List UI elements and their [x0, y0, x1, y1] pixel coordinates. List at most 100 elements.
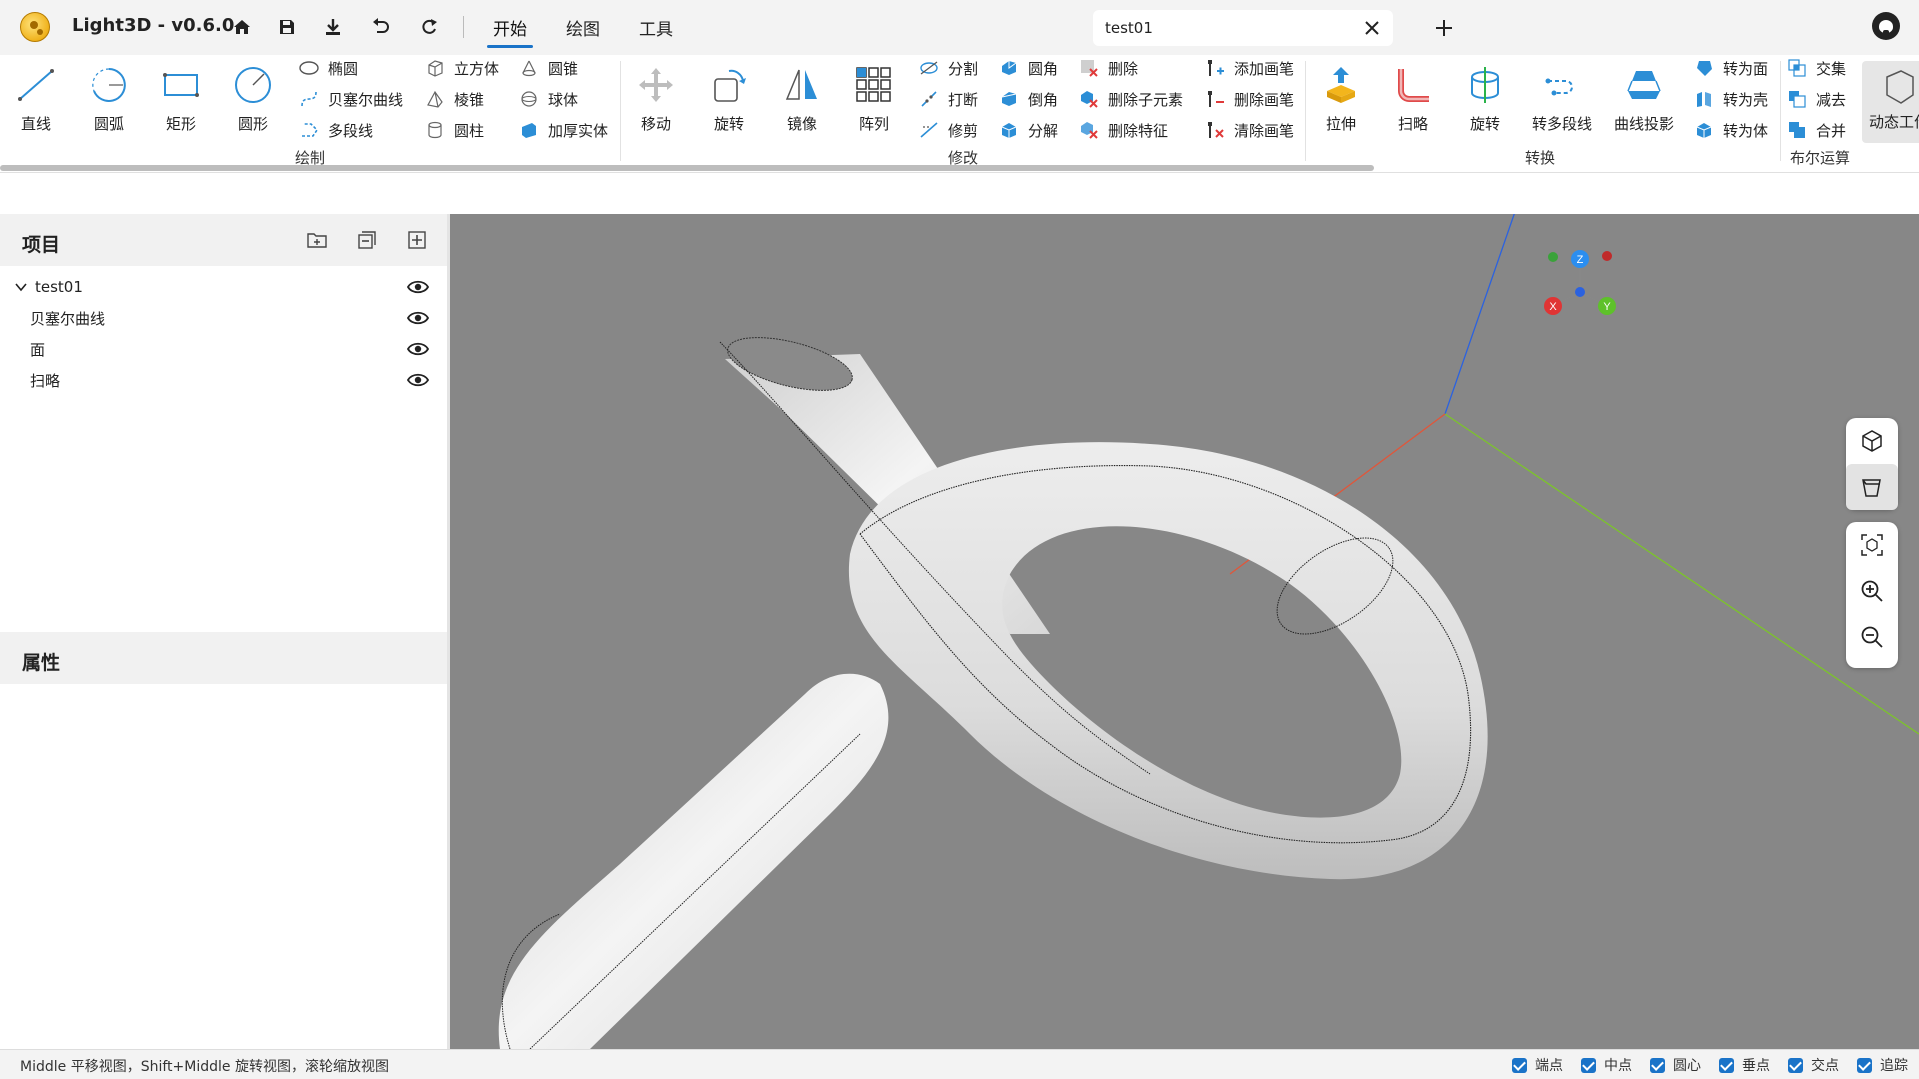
- gizmo-neg-x-dot[interactable]: [1602, 251, 1612, 261]
- close-icon[interactable]: [1361, 17, 1383, 39]
- to-face-label: 转为面: [1723, 59, 1769, 78]
- sphere-button[interactable]: 球体: [518, 86, 578, 112]
- remove-brush-button[interactable]: 删除画笔: [1204, 86, 1294, 112]
- convert-group-label: 转换: [1525, 149, 1556, 167]
- to-face-button[interactable]: 转为面: [1693, 55, 1768, 81]
- zoom-in-button[interactable]: [1846, 568, 1898, 614]
- tab-tools[interactable]: 工具: [639, 15, 673, 40]
- scene-canvas[interactable]: [450, 214, 1919, 1049]
- add-item-icon[interactable]: [405, 228, 429, 252]
- mirror-button[interactable]: 镜像: [770, 63, 834, 143]
- snap-intersection-checkbox[interactable]: 交点: [1788, 1056, 1839, 1074]
- eye-icon[interactable]: [406, 309, 430, 327]
- delete-button[interactable]: 删除: [1078, 55, 1138, 81]
- orthographic-view-button[interactable]: [1846, 464, 1898, 510]
- checkbox-checked-icon: [1512, 1057, 1527, 1073]
- redo-icon[interactable]: [416, 14, 442, 40]
- fillet-button[interactable]: 圆角: [998, 55, 1058, 81]
- ribbon-scrollbar[interactable]: [0, 165, 1374, 171]
- gizmo-neg-z-dot[interactable]: [1575, 287, 1585, 297]
- move-button[interactable]: 移动: [624, 63, 688, 143]
- cube-button[interactable]: 立方体: [424, 55, 499, 81]
- save-icon[interactable]: [274, 14, 300, 40]
- cone-button[interactable]: 圆锥: [518, 55, 578, 81]
- intersect-button[interactable]: 交集: [1786, 55, 1846, 81]
- collapse-all-icon[interactable]: [355, 228, 379, 252]
- subtract-button[interactable]: 减去: [1786, 86, 1846, 112]
- extrude-button[interactable]: 拉伸: [1309, 63, 1373, 143]
- zoom-out-button[interactable]: [1846, 614, 1898, 660]
- ellipse-button[interactable]: 椭圆: [298, 55, 358, 81]
- new-folder-icon[interactable]: [305, 228, 329, 252]
- 3d-viewport[interactable]: Z X Y: [450, 214, 1919, 1049]
- tree-item-face[interactable]: 面: [0, 334, 448, 364]
- checkbox-checked-icon: [1857, 1057, 1872, 1073]
- snap-midpoint-checkbox[interactable]: 中点: [1581, 1056, 1632, 1074]
- snap-endpoint-checkbox[interactable]: 端点: [1512, 1056, 1563, 1074]
- extrude-label: 拉伸: [1325, 115, 1356, 133]
- union-button[interactable]: 合并: [1786, 117, 1846, 143]
- document-tab[interactable]: test01: [1093, 10, 1393, 46]
- trim-button[interactable]: 修剪: [918, 117, 978, 143]
- home-icon[interactable]: [229, 14, 255, 40]
- chamfer-button[interactable]: 倒角: [998, 86, 1058, 112]
- chamfer-label: 倒角: [1028, 90, 1059, 109]
- add-tab-button[interactable]: [1430, 14, 1458, 42]
- undo-icon[interactable]: [368, 14, 394, 40]
- array-button[interactable]: 阵列: [842, 63, 906, 143]
- rotate-button[interactable]: 旋转: [697, 63, 761, 143]
- add-brush-button[interactable]: 添加画笔: [1204, 55, 1294, 81]
- snap-center-checkbox[interactable]: 圆心: [1650, 1056, 1701, 1074]
- tab-draw[interactable]: 绘图: [566, 15, 600, 40]
- add-brush-label: 添加画笔: [1234, 59, 1295, 78]
- eye-icon[interactable]: [406, 278, 430, 296]
- intersect-icon: [1786, 57, 1808, 79]
- circle-button[interactable]: 圆形: [221, 63, 285, 143]
- revolve-button[interactable]: 旋转: [1453, 63, 1517, 143]
- axis-gizmo[interactable]: Z X Y: [1530, 244, 1630, 324]
- clear-brush-button[interactable]: 清除画笔: [1204, 117, 1294, 143]
- eye-icon[interactable]: [406, 340, 430, 358]
- to-shell-button[interactable]: 转为壳: [1693, 86, 1768, 112]
- to-solid-button[interactable]: 转为体: [1693, 117, 1768, 143]
- split-button[interactable]: 分割: [918, 55, 978, 81]
- perspective-view-button[interactable]: [1846, 418, 1898, 464]
- dynamic-work-button[interactable]: 动态工作: [1862, 61, 1919, 143]
- bezier-curve-button[interactable]: 贝塞尔曲线: [298, 86, 403, 112]
- break-button[interactable]: 打断: [918, 86, 978, 112]
- rectangle-button[interactable]: 矩形: [149, 63, 213, 143]
- delete-sub-element-button[interactable]: 删除子元素: [1078, 86, 1183, 112]
- polyline-button[interactable]: 多段线: [298, 117, 373, 143]
- download-icon[interactable]: [320, 14, 346, 40]
- chevron-down-icon[interactable]: [14, 280, 28, 294]
- delete-feature-button[interactable]: 删除特征: [1078, 117, 1168, 143]
- to-polyline-button[interactable]: 转多段线: [1528, 63, 1596, 143]
- gizmo-neg-y-dot[interactable]: [1548, 252, 1558, 262]
- pyramid-button[interactable]: 棱锥: [424, 86, 484, 112]
- explode-button[interactable]: 分解: [998, 117, 1058, 143]
- pyramid-label: 棱锥: [454, 90, 485, 109]
- cylinder-button[interactable]: 圆柱: [424, 117, 484, 143]
- delete-icon: [1078, 57, 1100, 79]
- line-button[interactable]: 直线: [4, 63, 68, 143]
- thicken-solid-button[interactable]: 加厚实体: [518, 117, 608, 143]
- tree-root-test01[interactable]: test01: [0, 272, 448, 302]
- arc-button[interactable]: 圆弧: [77, 63, 141, 143]
- tree-item-bezier[interactable]: 贝塞尔曲线: [0, 303, 448, 333]
- tab-start[interactable]: 开始: [487, 15, 533, 48]
- break-label: 打断: [948, 90, 979, 109]
- snap-perpendicular-checkbox[interactable]: 垂点: [1719, 1056, 1770, 1074]
- eye-icon[interactable]: [406, 371, 430, 389]
- delete-label: 删除: [1108, 59, 1139, 78]
- curve-projection-button[interactable]: 曲线投影: [1608, 63, 1680, 143]
- tree-item-sweep[interactable]: 扫略: [0, 365, 448, 395]
- line-label: 直线: [20, 115, 51, 133]
- github-icon[interactable]: [1872, 12, 1900, 40]
- cube-view-icon: [1862, 430, 1882, 452]
- delete-sub-element-label: 删除子元素: [1108, 90, 1184, 109]
- snap-label: 垂点: [1742, 1058, 1770, 1074]
- ribbon-toolbar: 直线 圆弧 矩形 圆形 椭圆 贝塞尔曲线 多段线 立方体 棱锥 圆柱 圆锥 球体…: [0, 55, 1919, 173]
- fit-view-button[interactable]: [1846, 522, 1898, 568]
- snap-tracking-checkbox[interactable]: 追踪: [1857, 1056, 1908, 1074]
- sweep-button[interactable]: 扫略: [1381, 63, 1445, 143]
